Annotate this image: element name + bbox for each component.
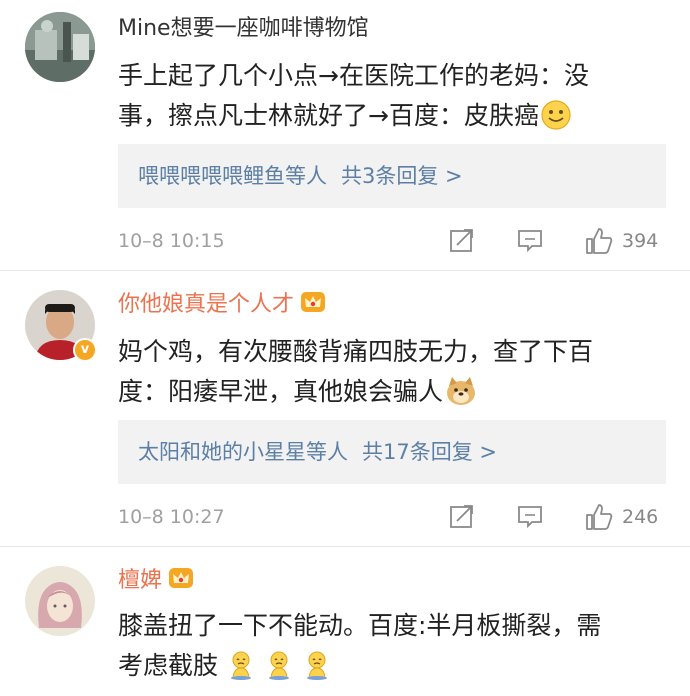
avatar[interactable] <box>25 12 95 82</box>
comment-line: 膝盖扭了一下不能动。百度:半月板撕裂，需 <box>118 611 602 640</box>
sad-sitting-emoji-icon <box>302 650 332 692</box>
avatar-photo <box>25 566 95 636</box>
comment-icon[interactable] <box>516 502 544 534</box>
reply-count[interactable]: 共3条回复 > <box>341 164 463 188</box>
comment-line-text: 考虑截肢 <box>118 651 219 680</box>
username[interactable]: 你他娘真是个人才 <box>118 290 326 323</box>
divider <box>0 546 690 547</box>
reply-names[interactable]: 太阳和她的小星星 <box>138 440 306 464</box>
comment-line-text: 事，擦点凡士林就好了→百度：皮肤癌 <box>118 101 539 130</box>
comment-line: 事，擦点凡士林就好了→百度：皮肤癌 <box>118 96 658 142</box>
comment-line: 妈个鸡，有次腰酸背痛四肢无力，查了下百 <box>118 337 594 366</box>
forward-icon[interactable] <box>448 226 476 258</box>
smile-emoji-icon <box>541 100 571 142</box>
username-text[interactable]: 你他娘真是个人才 <box>118 292 294 317</box>
comment-line-text: 度：阳痿早泄，真他娘会骗人 <box>118 377 444 406</box>
comment-icon[interactable] <box>516 226 544 258</box>
reply-summary-link[interactable]: 喂喂喂喂喂鲤鱼等人 共3条回复 > <box>118 144 666 208</box>
username[interactable]: Mine想要一座咖啡博物馆 <box>118 14 369 44</box>
comment-line: 考虑截肢 <box>118 646 658 692</box>
comment-meta: 10–8 10:27 246 <box>118 502 666 532</box>
comment-text: 膝盖扭了一下不能动。百度:半月板撕裂，需 考虑截肢 <box>118 606 658 692</box>
reply-etc: 等人 <box>285 164 327 188</box>
comment-text: 手上起了几个小点→在医院工作的老妈：没 事，擦点凡士林就好了→百度：皮肤癌 <box>118 56 658 142</box>
like-icon[interactable] <box>584 502 614 536</box>
divider <box>0 270 690 271</box>
vip-crown-icon <box>300 290 326 323</box>
username-text[interactable]: 檀婢 <box>118 568 162 593</box>
forward-icon[interactable] <box>448 502 476 534</box>
comment-text: 妈个鸡，有次腰酸背痛四肢无力，查了下百 度：阳痿早泄，真他娘会骗人 <box>118 332 658 418</box>
doge-emoji-icon <box>445 376 477 418</box>
sad-sitting-emoji-icon <box>264 650 294 692</box>
verified-mark: v <box>80 342 90 357</box>
comment-meta: 10–8 10:15 394 <box>118 226 666 256</box>
reply-names[interactable]: 喂喂喂喂喂鲤鱼 <box>138 164 285 188</box>
comment-line: 手上起了几个小点→在医院工作的老妈：没 <box>118 61 589 90</box>
vip-crown-icon <box>168 566 194 599</box>
like-count: 394 <box>622 230 659 252</box>
like-count: 246 <box>622 506 659 528</box>
reply-count[interactable]: 共17条回复 > <box>362 440 497 464</box>
timestamp: 10–8 10:27 <box>118 506 225 528</box>
reply-etc: 等人 <box>306 440 348 464</box>
avatar-photo <box>25 12 95 82</box>
comment-line: 度：阳痿早泄，真他娘会骗人 <box>118 372 658 418</box>
timestamp: 10–8 10:15 <box>118 230 225 252</box>
avatar[interactable] <box>25 566 95 636</box>
username[interactable]: 檀婢 <box>118 566 194 599</box>
verified-badge: v <box>73 338 97 362</box>
reply-summary-link[interactable]: 太阳和她的小星星等人 共17条回复 > <box>118 420 666 484</box>
like-icon[interactable] <box>584 226 614 260</box>
sad-sitting-emoji-icon <box>226 650 256 692</box>
